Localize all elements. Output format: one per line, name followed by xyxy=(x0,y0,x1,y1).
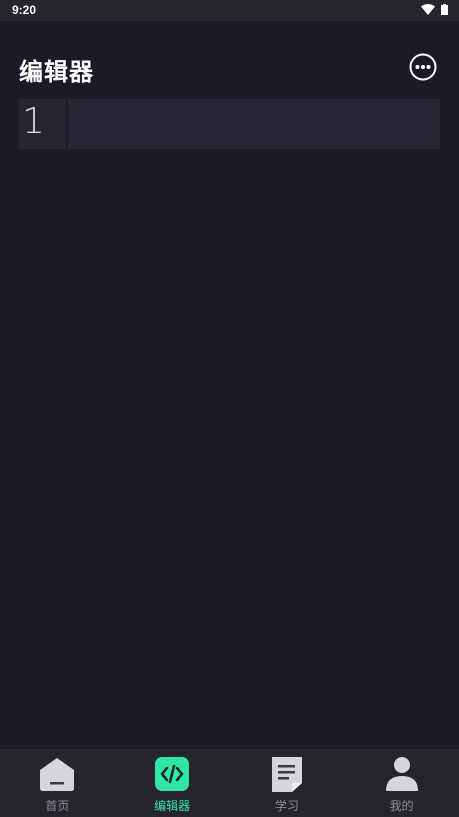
code-icon xyxy=(153,755,191,793)
line-number: 1 xyxy=(22,101,45,142)
nav-label-editor: 编辑器 xyxy=(154,799,191,813)
user-icon xyxy=(383,755,421,793)
wifi-icon xyxy=(421,4,435,15)
nav-label-learn: 学习 xyxy=(274,799,299,813)
nav-item-learn[interactable]: 学习 xyxy=(230,749,345,817)
more-options-button[interactable] xyxy=(409,53,437,81)
bottom-navigation: 首页 编辑器 学习 我的 xyxy=(0,749,459,817)
status-icons xyxy=(421,4,448,15)
document-icon xyxy=(268,755,306,793)
line-number-gutter: 1 xyxy=(19,99,68,149)
nav-item-editor[interactable]: 编辑器 xyxy=(115,749,230,817)
nav-item-profile[interactable]: 我的 xyxy=(344,749,459,817)
home-icon xyxy=(38,755,76,793)
nav-label-home: 首页 xyxy=(45,799,70,813)
page-title: 编辑器 xyxy=(19,58,94,86)
nav-item-home[interactable]: 首页 xyxy=(0,749,115,817)
code-editor[interactable]: 1 xyxy=(19,99,440,149)
code-line[interactable] xyxy=(68,99,440,149)
status-time: 9:20 xyxy=(12,3,37,17)
more-horizontal-circle-icon xyxy=(409,53,437,81)
app-header: 编辑器 xyxy=(0,21,459,99)
nav-label-profile: 我的 xyxy=(389,799,414,813)
status-bar: 9:20 xyxy=(0,0,459,21)
battery-icon xyxy=(441,4,448,15)
